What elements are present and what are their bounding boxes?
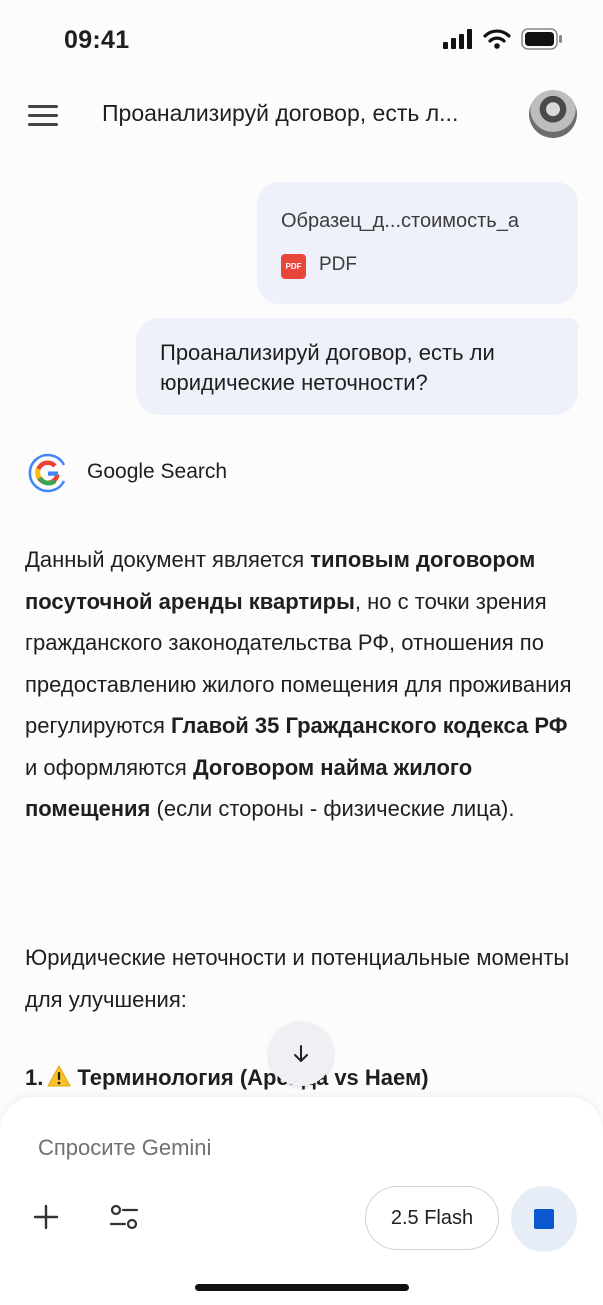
- home-indicator: [195, 1284, 409, 1291]
- status-icons: [443, 28, 563, 50]
- user-prompt-text: Проанализируй договор, есть ли юридическ…: [160, 340, 495, 395]
- stop-icon: [534, 1209, 554, 1229]
- signal-icon: [443, 29, 472, 49]
- google-icon: [28, 453, 66, 493]
- stop-button[interactable]: [511, 1186, 577, 1252]
- input-panel: Спросите Gemini: [0, 1097, 603, 1305]
- response-text: Данный документ является: [25, 547, 311, 572]
- scroll-down-button[interactable]: [269, 1022, 333, 1086]
- response-text: (если стороны - физические лица).: [150, 796, 515, 821]
- response-paragraph-1: Данный документ является типовым договор…: [25, 539, 585, 830]
- wifi-icon: [483, 29, 511, 49]
- google-search-label[interactable]: Google Search: [87, 460, 227, 484]
- menu-icon[interactable]: [28, 105, 58, 127]
- heading-text: Терминология (Аренда vs Наем): [77, 1065, 429, 1090]
- arrow-down-icon: [294, 1045, 308, 1062]
- attachment-bubble[interactable]: Образец_д...стоимость_а PDF PDF: [257, 182, 578, 304]
- avatar[interactable]: [529, 90, 577, 138]
- warning-icon: [47, 1065, 71, 1087]
- pdf-icon: PDF: [281, 254, 306, 279]
- heading-number: 1.: [25, 1065, 44, 1090]
- status-time: 09:41: [64, 26, 130, 54]
- plus-icon[interactable]: [30, 1201, 62, 1233]
- response-paragraph-2: Юридические неточности и потенциальные м…: [25, 945, 570, 1012]
- conversation-title: Проанализируй договор, есть л...: [102, 100, 459, 126]
- tools-icon[interactable]: [108, 1201, 140, 1233]
- battery-icon: [521, 28, 562, 50]
- response-bold: Главой 35 Гражданского кодекса РФ: [171, 713, 568, 738]
- attachment-file-name: Образец_д...стоимость_а: [281, 210, 519, 232]
- attachment-file-type: PDF: [319, 254, 357, 275]
- user-prompt-bubble: Проанализируй договор, есть ли юридическ…: [136, 318, 578, 415]
- model-selector-button[interactable]: 2.5 Flash: [365, 1186, 499, 1250]
- response-text: и оформляются: [25, 754, 193, 780]
- prompt-input[interactable]: Спросите Gemini: [38, 1135, 211, 1161]
